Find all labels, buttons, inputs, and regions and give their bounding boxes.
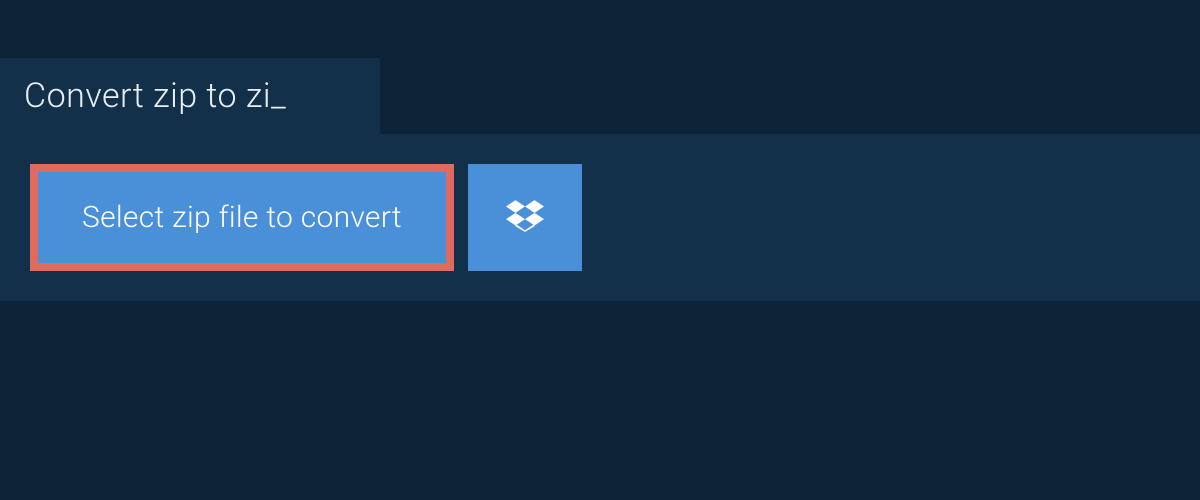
- select-file-button[interactable]: Select zip file to convert: [30, 164, 454, 271]
- tab-header: Convert zip to zi_: [0, 58, 380, 134]
- tab-title: Convert zip to zi_: [24, 76, 286, 116]
- dropbox-icon: [506, 197, 544, 239]
- upload-panel: Select zip file to convert: [0, 134, 1200, 301]
- button-row: Select zip file to convert: [30, 164, 1170, 271]
- select-file-label: Select zip file to convert: [82, 200, 402, 235]
- dropbox-button[interactable]: [468, 164, 582, 271]
